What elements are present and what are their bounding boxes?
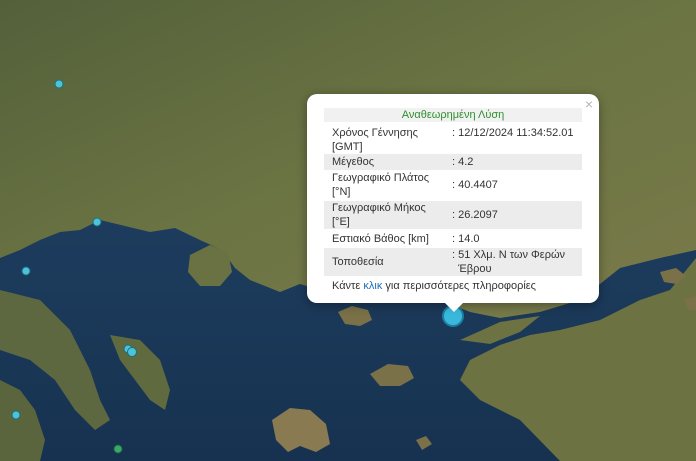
row-value: : 12/12/2024 11:34:52.01 [452, 127, 574, 139]
row-magnitude: Μέγεθος : 4.2 [324, 154, 582, 170]
row-label: Γεωγραφικό Πλάτος [°N] [332, 172, 430, 198]
row-label: Μέγεθος [332, 156, 375, 168]
earthquake-marker-icon[interactable] [113, 444, 123, 454]
row-label: Γεωγραφικό Μήκος [°E] [332, 202, 426, 228]
earthquake-info-popup: × Αναθεωρημένη Λύση Χρόνος Γέννησης [GMT]… [307, 94, 599, 312]
row-value: : 14.0 [452, 233, 480, 245]
row-longitude: Γεωγραφικό Μήκος [°E] : 26.2097 [324, 201, 582, 229]
row-location: Τοποθεσία : 51 Χλμ. Ν των Φερών Έβρου [324, 248, 582, 276]
earthquake-marker-icon[interactable] [92, 217, 102, 227]
more-info-text: Κάντε κλικ για περισσότερες πληροφορίες [332, 280, 536, 292]
close-icon[interactable]: × [585, 97, 593, 111]
more-info-link[interactable]: κλικ [363, 280, 382, 292]
earthquake-marker-icon[interactable] [21, 266, 31, 276]
row-depth: Εστιακό Βάθος [km] : 14.0 [324, 231, 582, 247]
earthquake-marker-icon[interactable] [11, 410, 21, 420]
earthquake-marker-icon[interactable] [127, 347, 137, 357]
row-value: : 40.4407 [452, 179, 498, 191]
row-label: Χρόνος Γέννησης [GMT] [332, 127, 418, 153]
row-value: : 4.2 [452, 156, 474, 168]
row-origin-time: Χρόνος Γέννησης [GMT] : 12/12/2024 11:34:… [324, 126, 582, 154]
earthquake-marker-icon[interactable] [54, 79, 64, 89]
row-value: : 51 Χλμ. Ν των Φερών Έβρου [452, 249, 566, 275]
row-label: Τοποθεσία [332, 256, 384, 268]
row-label: Εστιακό Βάθος [km] [332, 233, 429, 245]
row-value: : 26.2097 [452, 209, 498, 221]
row-latitude: Γεωγραφικό Πλάτος [°N] : 40.4407 [324, 171, 582, 199]
popup-title: Αναθεωρημένη Λύση [324, 108, 582, 122]
